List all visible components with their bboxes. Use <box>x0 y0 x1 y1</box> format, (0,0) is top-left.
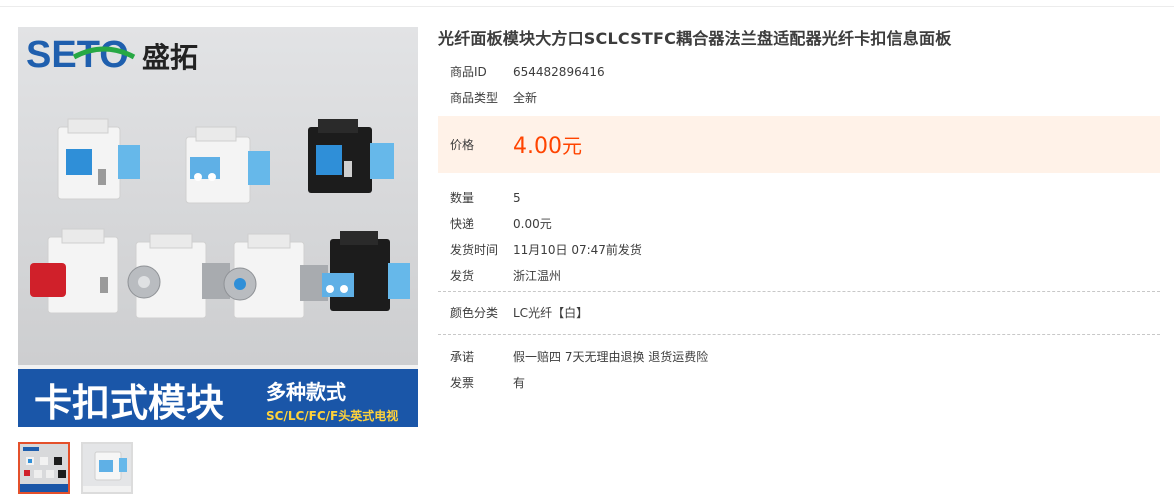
row-product-type: 商品类型 全新 <box>438 85 1160 111</box>
svg-text:盛拓: 盛拓 <box>142 41 198 74</box>
thumbnail-1[interactable] <box>18 442 70 494</box>
brand-logo: SETO 盛拓 <box>26 34 198 76</box>
quantity-value: 5 <box>513 191 521 205</box>
product-illustration: SETO 盛拓 卡扣式模块 多种款式 SC/LC/FC/F头英式电视 <box>18 27 418 427</box>
row-ship-time: 发货时间 11月10日 07:47前发货 <box>438 237 1160 263</box>
invoice-value: 有 <box>513 376 526 390</box>
row-invoice: 发票 有 <box>438 370 1160 396</box>
thumbnail-2-image <box>83 444 131 492</box>
product-id-label: 商品ID <box>450 65 487 79</box>
price-box: 价格 4.00元 <box>438 116 1160 173</box>
price-value: 4.00 <box>513 134 562 159</box>
product-type-label: 商品类型 <box>450 91 499 105</box>
shipping-fee-value: 0.00元 <box>513 217 552 231</box>
thumbnail-2[interactable] <box>81 442 133 494</box>
row-shipping-fee: 快递 0.00元 <box>438 211 1160 237</box>
price-amount: 4.00元 <box>513 130 582 159</box>
row-ship-origin: 发货 浙江温州 <box>438 263 1160 289</box>
promo-banner: 卡扣式模块 多种款式 SC/LC/FC/F头英式电视 <box>18 365 418 427</box>
shipping-fee-label: 快递 <box>450 217 475 231</box>
ship-time-value: 11月10日 07:47前发货 <box>513 243 642 257</box>
ship-time-label: 发货时间 <box>450 243 499 257</box>
invoice-label: 发票 <box>450 376 475 390</box>
svg-text:卡扣式模块: 卡扣式模块 <box>34 381 224 425</box>
price-unit: 元 <box>561 134 582 158</box>
top-divider <box>0 6 1174 7</box>
product-type-value: 全新 <box>513 91 538 105</box>
row-quantity: 数量 5 <box>438 185 1160 211</box>
product-info-panel: 光纤面板模块大方口SCLCSTFC耦合器法兰盘适配器光纤卡扣信息面板 商品ID … <box>438 27 1160 396</box>
thumbnail-strip <box>18 442 133 494</box>
product-title: 光纤面板模块大方口SCLCSTFC耦合器法兰盘适配器光纤卡扣信息面板 <box>438 29 952 48</box>
svg-text:SC/LC/FC/F头英式电视: SC/LC/FC/F头英式电视 <box>266 408 398 423</box>
color-category-value[interactable]: LC光纤【白】 <box>513 300 588 326</box>
row-product-id: 商品ID 654482896416 <box>438 59 1160 85</box>
color-category-label: 颜色分类 <box>450 306 499 320</box>
promise-label: 承诺 <box>450 350 475 364</box>
promise-value: 假一赔四 7天无理由退换 退货运费险 <box>513 350 709 364</box>
main-product-image[interactable]: SETO 盛拓 卡扣式模块 多种款式 SC/LC/FC/F头英式电视 <box>18 27 418 427</box>
row-promise: 承诺 假一赔四 7天无理由退换 退货运费险 <box>438 344 1160 370</box>
ship-origin-value: 浙江温州 <box>513 269 562 283</box>
row-color-category: 颜色分类 LC光纤【白】 <box>438 300 1160 326</box>
product-id-value: 654482896416 <box>513 65 605 79</box>
quantity-label: 数量 <box>450 191 475 205</box>
price-label: 价格 <box>450 137 475 152</box>
ship-origin-label: 发货 <box>450 269 475 283</box>
svg-text:多种款式: 多种款式 <box>266 380 346 404</box>
thumbnail-1-image <box>20 444 68 492</box>
